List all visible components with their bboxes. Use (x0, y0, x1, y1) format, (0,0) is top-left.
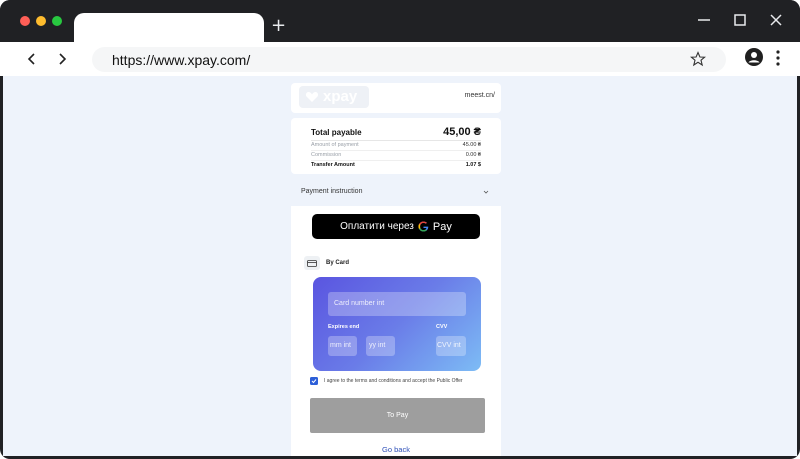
back-icon[interactable] (24, 51, 40, 67)
expires-label: Expires end (328, 324, 360, 330)
total-row: Total payable 45,00 ₴ (311, 126, 481, 141)
gpay-text: Оплатити через (340, 221, 414, 232)
checkmark-icon (311, 379, 317, 384)
chevron-down-icon (483, 190, 489, 194)
summary-row: Commission 0.00 ₴ (311, 151, 481, 161)
browser-toolbar: https://www.xpay.com/ (0, 42, 800, 76)
address-bar[interactable]: https://www.xpay.com/ (92, 47, 726, 72)
star-icon[interactable] (690, 51, 706, 67)
instruction-label: Payment instruction (301, 188, 363, 195)
active-tab[interactable] (74, 13, 264, 42)
browser-window: + https://www.xpay.com/ xpay meest.cn/ T… (0, 0, 800, 459)
payment-summary: Total payable 45,00 ₴ Amount of payment … (291, 118, 501, 174)
page-viewport: xpay meest.cn/ Total payable 45,00 ₴ Amo… (3, 76, 797, 456)
forward-icon[interactable] (54, 51, 70, 67)
google-g-icon (418, 221, 429, 232)
logo-text: xpay (323, 88, 358, 105)
xpay-logo: xpay (299, 86, 369, 108)
card-form: Card number int Expires end CVV mm int y… (313, 277, 481, 371)
commission-label: Commission (311, 152, 342, 158)
close-dot[interactable] (20, 16, 30, 26)
summary-row: Amount of payment 45.00 ₴ (311, 141, 481, 151)
card-icon-box (304, 256, 320, 270)
card-number-field[interactable]: Card number int (328, 292, 466, 316)
amount-value: 45.00 ₴ (462, 142, 481, 148)
terms-text: I agree to the terms and conditions and … (324, 378, 463, 384)
merchant-header: xpay meest.cn/ (291, 83, 501, 113)
close-icon[interactable] (768, 12, 784, 28)
window-controls (20, 16, 62, 26)
new-tab-button[interactable]: + (271, 16, 286, 36)
google-pay-button[interactable]: Оплатити через Pay (312, 214, 480, 239)
by-card-label: By Card (326, 260, 350, 266)
cvv-label: CVV (436, 324, 448, 330)
transfer-label: Transfer Amount (311, 162, 355, 168)
cvv-field[interactable]: CVV int (436, 336, 466, 356)
total-label: Total payable (311, 128, 362, 137)
maximize-icon[interactable] (732, 12, 748, 28)
amount-label: Amount of payment (311, 142, 359, 148)
tab-strip: + (0, 0, 800, 42)
terms-agreement[interactable]: I agree to the terms and conditions and … (310, 377, 463, 385)
transfer-row: Transfer Amount 1.07 $ (311, 161, 481, 170)
zoom-dot[interactable] (52, 16, 62, 26)
by-card-option[interactable]: By Card (304, 256, 349, 270)
total-value: 45,00 ₴ (443, 126, 481, 138)
gpay-pay-text: Pay (432, 220, 452, 233)
to-pay-button[interactable]: To Pay (310, 398, 485, 433)
expiry-year-field[interactable]: yy int (366, 336, 395, 356)
commission-value: 0.00 ₴ (465, 152, 481, 158)
merchant-domain: meest.cn/ (464, 92, 495, 99)
go-back-link[interactable]: Go back (291, 445, 501, 454)
payment-panel: Оплатити через Pay By Card Card number i… (291, 206, 501, 456)
minimize-dot[interactable] (36, 16, 46, 26)
payment-instruction-toggle[interactable]: Payment instruction (291, 182, 501, 204)
terms-checkbox[interactable] (310, 377, 318, 385)
transfer-value: 1.07 $ (465, 162, 481, 168)
kebab-menu-icon[interactable] (776, 50, 780, 66)
url-text[interactable]: https://www.xpay.com/ (112, 52, 250, 68)
minimize-icon[interactable] (696, 12, 712, 28)
profile-icon[interactable] (745, 48, 763, 66)
expiry-month-field[interactable]: mm int (328, 336, 357, 356)
credit-card-icon (307, 259, 317, 267)
heart-logo-icon (305, 91, 319, 102)
